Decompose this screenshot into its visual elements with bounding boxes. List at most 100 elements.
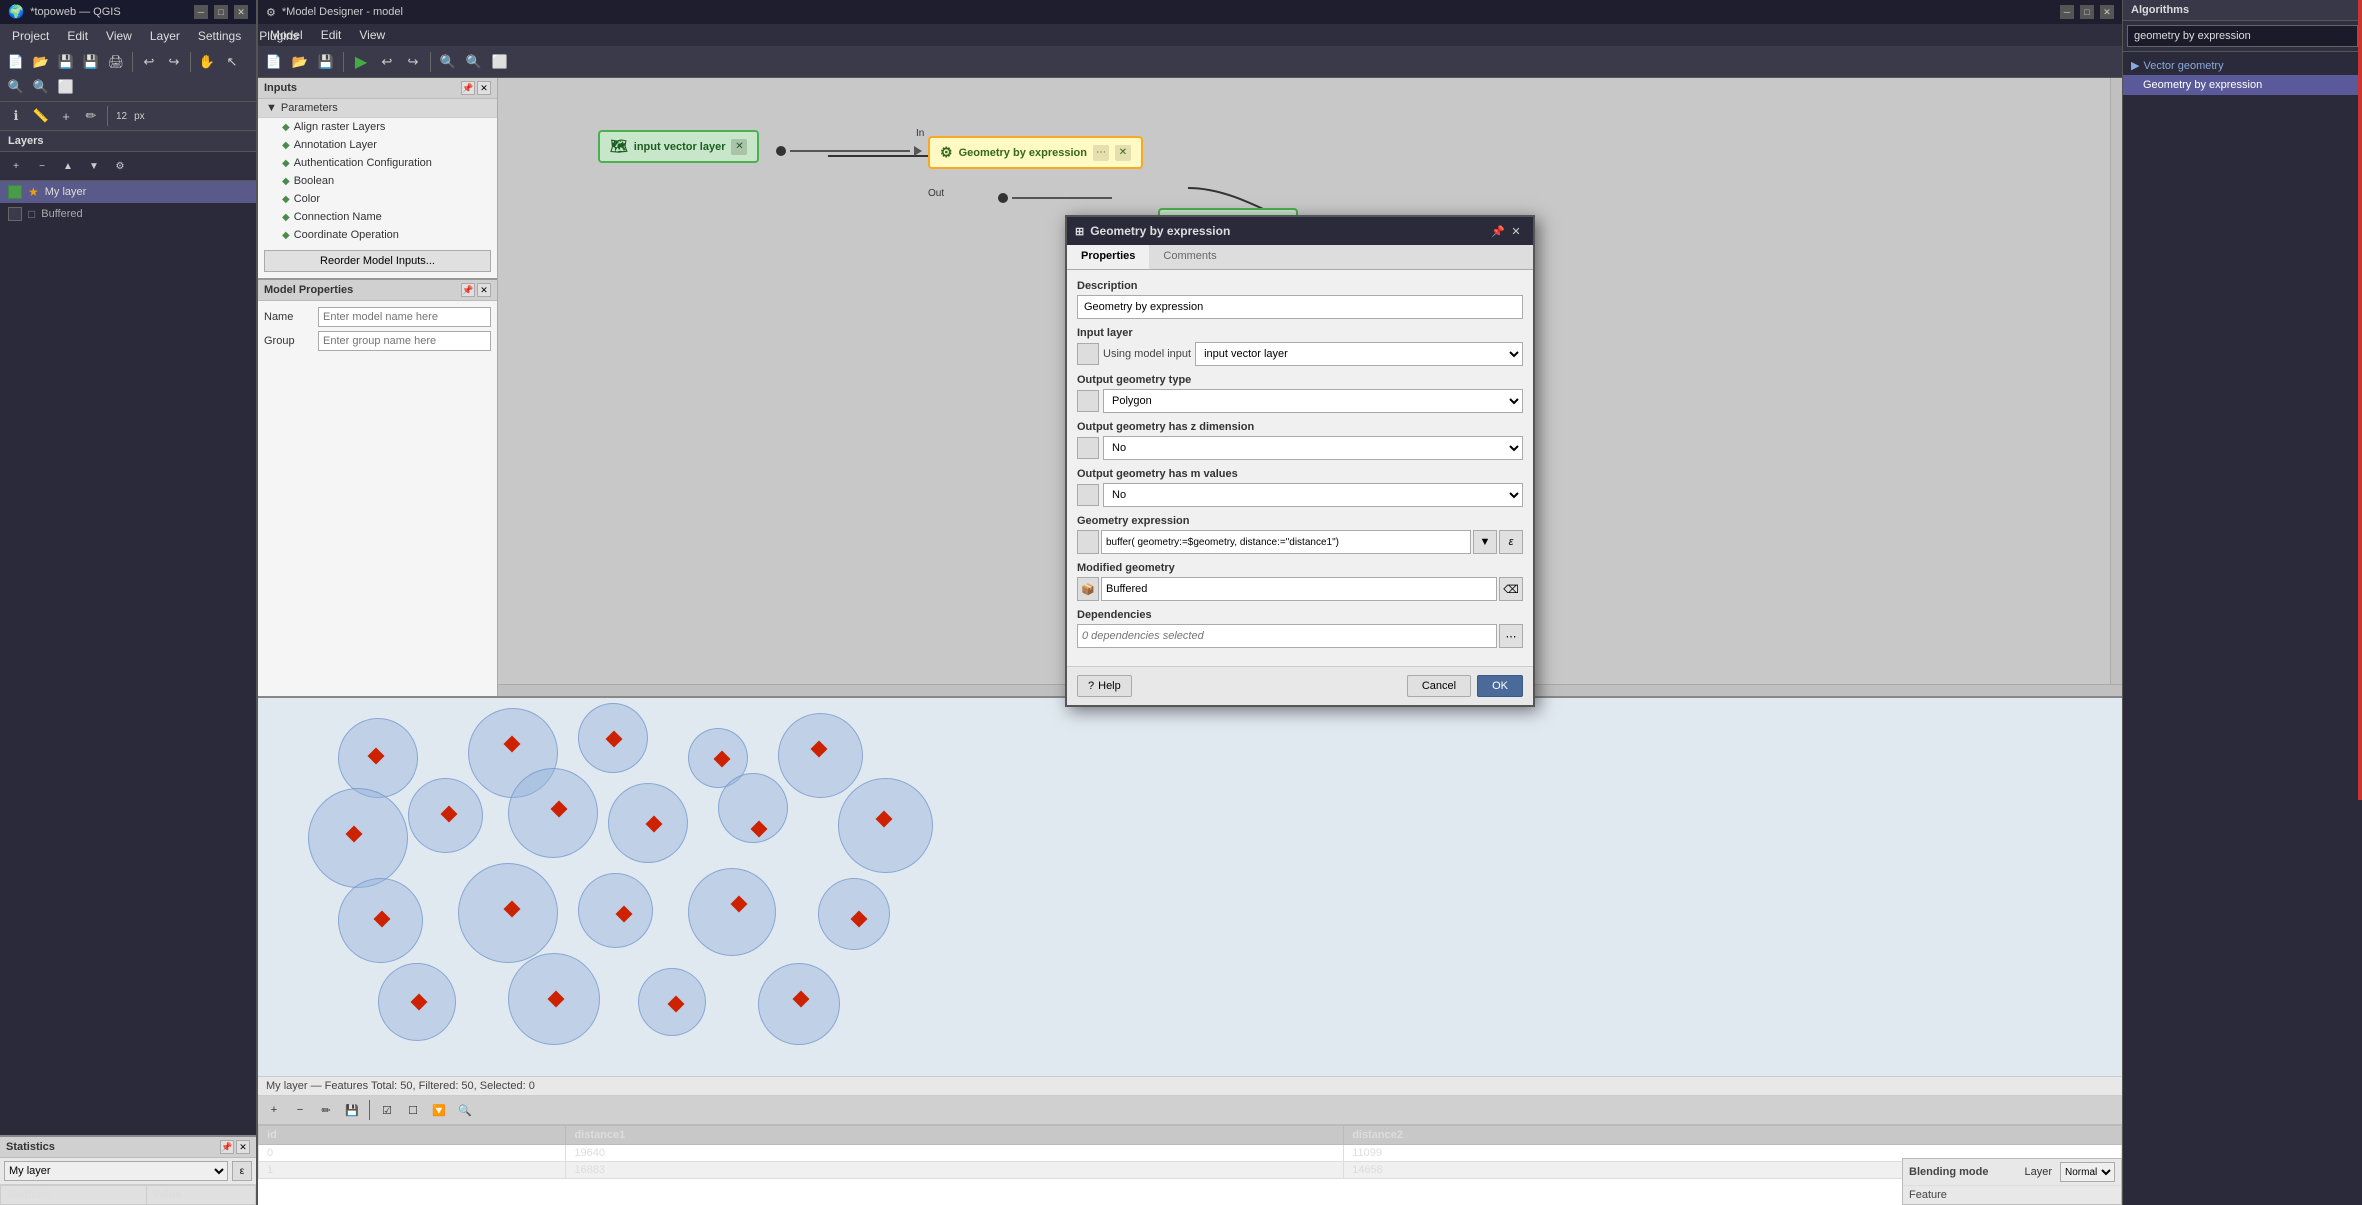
output-geom-type-select[interactable]: Polygon: [1103, 389, 1523, 413]
new-btn[interactable]: 📄: [4, 50, 28, 74]
save-btn[interactable]: 💾: [54, 50, 78, 74]
params-section-header[interactable]: ▼ Parameters: [258, 99, 497, 118]
menu-layer[interactable]: Layer: [142, 27, 188, 45]
inputs-close-btn[interactable]: ✕: [477, 81, 491, 95]
save-as-btn[interactable]: 💾: [79, 50, 103, 74]
zoom-in-btn[interactable]: 🔍: [4, 75, 28, 99]
output-m-select[interactable]: No: [1103, 483, 1523, 507]
model-redo-btn[interactable]: ↪: [401, 50, 425, 74]
redo-btn[interactable]: ↪: [162, 50, 186, 74]
model-open-btn[interactable]: 📂: [288, 50, 312, 74]
input-vector-node[interactable]: 🗺 input vector layer ✕: [598, 130, 759, 163]
param-color[interactable]: ◆ Color: [258, 190, 497, 208]
cancel-btn[interactable]: Cancel: [1407, 675, 1471, 697]
geom-expr-input[interactable]: [1101, 530, 1471, 554]
stats-close-btn[interactable]: ✕: [236, 1140, 250, 1154]
model-props-close-btn[interactable]: ✕: [477, 283, 491, 297]
model-minimize-btn[interactable]: ─: [2060, 5, 2074, 19]
model-scrollbar-v[interactable]: [2110, 78, 2122, 684]
layers-remove-btn[interactable]: −: [30, 154, 54, 178]
attr-search-btn[interactable]: 🔍: [453, 1098, 477, 1122]
model-maximize-btn[interactable]: □: [2080, 5, 2094, 19]
attr-remove-btn[interactable]: −: [288, 1098, 312, 1122]
blending-mode-select[interactable]: Normal: [2060, 1162, 2115, 1182]
model-undo-btn[interactable]: ↩: [375, 50, 399, 74]
attr-add-btn[interactable]: +: [262, 1098, 286, 1122]
input-node-close-btn[interactable]: ✕: [731, 139, 747, 155]
model-save-btn[interactable]: 💾: [314, 50, 338, 74]
dialog-pin-btn[interactable]: 📌: [1489, 222, 1507, 240]
model-zoom-in-btn[interactable]: 🔍: [436, 50, 460, 74]
add-layer-btn[interactable]: +: [54, 104, 78, 128]
menu-edit[interactable]: Edit: [59, 27, 96, 45]
menu-settings[interactable]: Settings: [190, 27, 249, 45]
tab-comments[interactable]: Comments: [1149, 245, 1230, 269]
layers-up-btn[interactable]: ▲: [56, 154, 80, 178]
modified-geo-clear-btn[interactable]: ⌫: [1499, 577, 1523, 601]
model-zoom-full-btn[interactable]: ⬜: [488, 50, 512, 74]
param-align-raster[interactable]: ◆ Align raster Layers: [258, 118, 497, 136]
dialog-close-btn[interactable]: ✕: [1507, 222, 1525, 240]
minimize-btn[interactable]: ─: [194, 5, 208, 19]
zoom-full-btn[interactable]: ⬜: [54, 75, 78, 99]
algo-search-input[interactable]: [2127, 25, 2358, 47]
zoom-out-btn[interactable]: 🔍: [29, 75, 53, 99]
modified-geo-input[interactable]: [1101, 577, 1497, 601]
ok-btn[interactable]: OK: [1477, 675, 1523, 697]
param-annotation[interactable]: ◆ Annotation Layer: [258, 136, 497, 154]
deps-dots-btn[interactable]: ⋯: [1499, 624, 1523, 648]
desc-input[interactable]: [1077, 295, 1523, 319]
measure-btn[interactable]: 📏: [29, 104, 53, 128]
tab-properties[interactable]: Properties: [1067, 245, 1149, 269]
close-btn[interactable]: ✕: [234, 5, 248, 19]
attr-filter-btn[interactable]: 🔽: [427, 1098, 451, 1122]
layer-item-buffered[interactable]: □ Buffered: [0, 203, 256, 225]
model-name-input[interactable]: [318, 307, 491, 327]
process-node-more-btn[interactable]: ⋯: [1093, 145, 1109, 161]
layers-down-btn[interactable]: ▼: [82, 154, 106, 178]
expr-dropdown-btn[interactable]: ▼: [1473, 530, 1497, 554]
process-node-close-btn[interactable]: ✕: [1115, 145, 1131, 161]
algo-item-geom-by-expr[interactable]: Geometry by expression: [2123, 75, 2362, 95]
stats-pin-btn[interactable]: 📌: [220, 1140, 234, 1154]
inputs-pin-btn[interactable]: 📌: [461, 81, 475, 95]
param-connection[interactable]: ◆ Connection Name: [258, 208, 497, 226]
reorder-inputs-btn[interactable]: Reorder Model Inputs...: [264, 250, 491, 272]
input-layer-select[interactable]: input vector layer: [1195, 342, 1523, 366]
menu-view[interactable]: View: [98, 27, 140, 45]
attr-edit-btn[interactable]: ✏: [314, 1098, 338, 1122]
stats-layer-select[interactable]: My layer: [4, 1161, 228, 1181]
process-node[interactable]: ⚙ Geometry by expression ⋯ ✕: [928, 136, 1143, 169]
menu-plugins[interactable]: Plugins: [251, 27, 306, 45]
attr-save-btn[interactable]: 💾: [340, 1098, 364, 1122]
maximize-btn[interactable]: □: [214, 5, 228, 19]
model-menu-view[interactable]: View: [351, 26, 393, 44]
undo-btn[interactable]: ↩: [137, 50, 161, 74]
identify-btn[interactable]: ℹ: [4, 104, 28, 128]
help-btn[interactable]: ? Help: [1077, 675, 1132, 697]
pan-btn[interactable]: ✋: [195, 50, 219, 74]
model-props-pin-btn[interactable]: 📌: [461, 283, 475, 297]
model-run-btn[interactable]: ▶: [349, 50, 373, 74]
model-close-btn[interactable]: ✕: [2100, 5, 2114, 19]
open-btn[interactable]: 📂: [29, 50, 53, 74]
print-btn[interactable]: 🖨: [104, 50, 128, 74]
menu-project[interactable]: Project: [4, 27, 57, 45]
layers-settings-btn[interactable]: ⚙: [108, 154, 132, 178]
model-new-btn[interactable]: 📄: [262, 50, 286, 74]
model-group-input[interactable]: [318, 331, 491, 351]
algo-category-vector[interactable]: ▶ Vector geometry: [2123, 56, 2362, 75]
model-zoom-out-btn[interactable]: 🔍: [462, 50, 486, 74]
param-boolean[interactable]: ◆ Boolean: [258, 172, 497, 190]
select-btn[interactable]: ↖: [220, 50, 244, 74]
attr-deselect-btn[interactable]: ☐: [401, 1098, 425, 1122]
layers-add-btn[interactable]: +: [4, 154, 28, 178]
attr-select-btn[interactable]: ☑: [375, 1098, 399, 1122]
output-z-select[interactable]: No: [1103, 436, 1523, 460]
layer-item-mylayer[interactable]: ★ My layer: [0, 181, 256, 203]
param-coordinate[interactable]: ◆ Coordinate Operation: [258, 226, 497, 244]
expr-edit-btn[interactable]: ε: [1499, 530, 1523, 554]
digitize-btn[interactable]: ✏: [79, 104, 103, 128]
param-auth[interactable]: ◆ Authentication Configuration: [258, 154, 497, 172]
stats-expr-btn[interactable]: ε: [232, 1161, 252, 1181]
